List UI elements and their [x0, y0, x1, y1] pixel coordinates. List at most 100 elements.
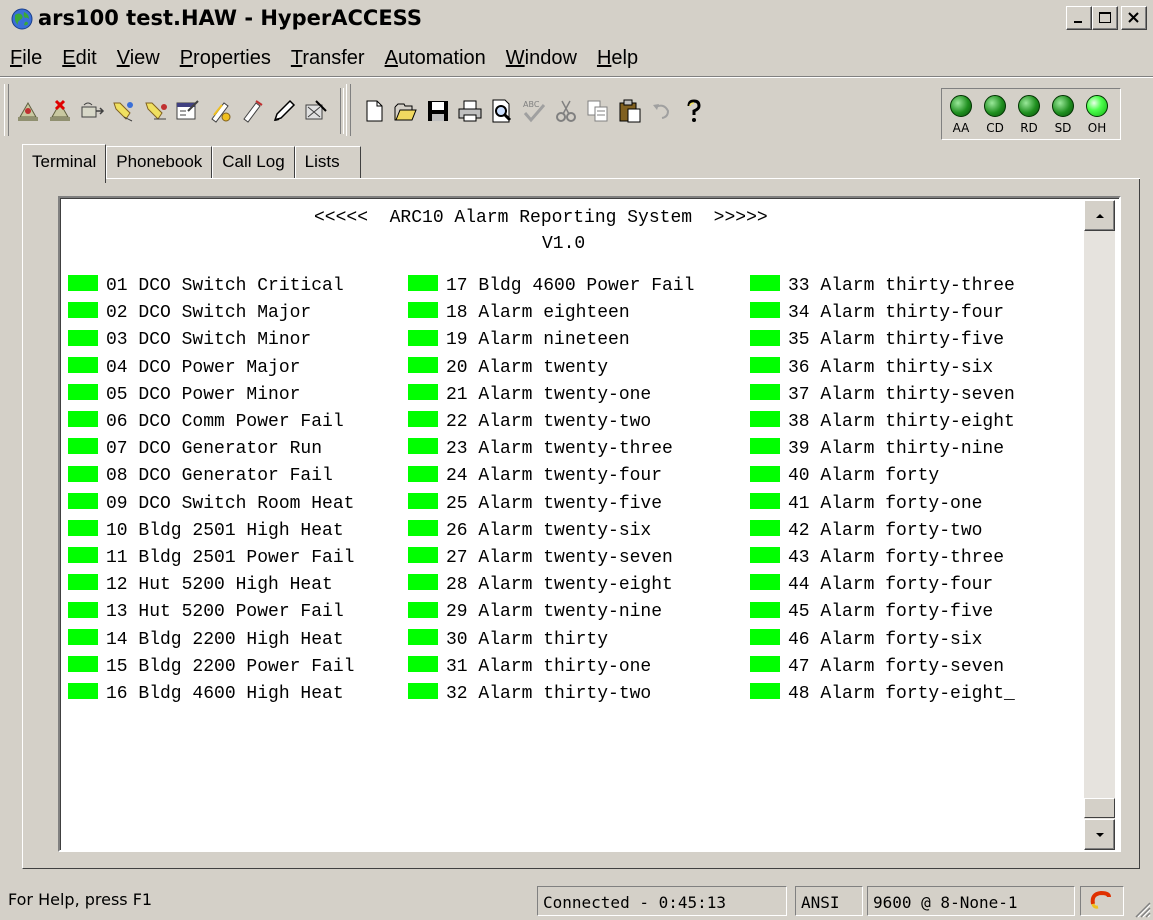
alarm-status-indicator-icon [750, 656, 780, 673]
menu-label: ile [22, 46, 43, 69]
terminal-version: V1.0 [542, 234, 586, 254]
alarm-label: 16 Bldg 4600 High Heat [106, 684, 344, 704]
resize-grip-icon[interactable] [1131, 898, 1151, 918]
spell-check-icon[interactable]: ABC [520, 97, 548, 125]
open-icon[interactable] [392, 97, 420, 125]
alarm-item: 01 DCO Switch Critical [68, 273, 344, 299]
alarm-status-indicator-icon [408, 492, 438, 509]
copy-icon[interactable] [584, 97, 612, 125]
save-icon[interactable] [424, 97, 452, 125]
alarm-item: 40 Alarm forty [750, 463, 939, 489]
connect-icon[interactable] [14, 97, 42, 125]
toolbar-grip[interactable] [4, 84, 9, 136]
alarm-status-indicator-icon [408, 547, 438, 564]
paste-icon[interactable] [616, 97, 644, 125]
terminal-header: <<<<< ARC10 Alarm Reporting System >>>>> [314, 208, 768, 228]
maximize-icon [1099, 12, 1111, 23]
menu-mnemonic: A [384, 46, 398, 69]
scroll-thumb[interactable] [1084, 798, 1115, 818]
alarm-status-indicator-icon [750, 465, 780, 482]
alarm-item: 44 Alarm forty-four [750, 572, 993, 598]
alarm-item: 29 Alarm twenty-nine [408, 599, 662, 625]
menu-edit[interactable]: Edit [52, 47, 106, 70]
status-connection-icon-cell [1080, 886, 1124, 916]
svg-text:ABC: ABC [523, 100, 540, 109]
alarm-status-indicator-icon [68, 465, 98, 482]
rd-led-label: RD [1020, 121, 1038, 135]
minimize-button[interactable] [1066, 6, 1092, 30]
menu-automation[interactable]: Automation [375, 47, 496, 70]
alarm-label: 24 Alarm twenty-four [446, 466, 663, 487]
capture-icon[interactable] [142, 97, 170, 125]
maximize-button[interactable] [1092, 6, 1118, 30]
alarm-item: 18 Alarm eighteen [408, 300, 630, 326]
alarm-item: 06 DCO Comm Power Fail [68, 409, 344, 435]
scroll-down-button[interactable] [1084, 819, 1115, 850]
undo-icon[interactable] [648, 97, 676, 125]
alarm-item: 08 DCO Generator Fail [68, 463, 333, 489]
receive-icon[interactable] [110, 97, 138, 125]
alarm-item: 04 DCO Power Major [68, 355, 300, 381]
alarm-status-indicator-icon [750, 411, 780, 428]
alarm-item: 14 Bldg 2200 High Heat [68, 627, 344, 653]
alarm-label: 42 Alarm forty-two [788, 520, 983, 541]
close-button[interactable] [1121, 6, 1147, 30]
alarm-item: 20 Alarm twenty [408, 355, 608, 381]
tab-phonebook[interactable]: Phonebook [106, 146, 213, 179]
alarm-item: 15 Bldg 2200 Power Fail [68, 654, 354, 680]
menu-window[interactable]: Window [496, 47, 587, 70]
alarm-label: 30 Alarm thirty [446, 629, 609, 650]
alarm-label: 10 Bldg 2501 High Heat [106, 520, 344, 541]
alarm-status-indicator-icon [408, 329, 438, 346]
new-icon[interactable] [360, 97, 388, 125]
alarm-item: 32 Alarm thirty-two [408, 681, 651, 707]
alarm-item: 05 DCO Power Minor [68, 382, 300, 408]
menu-bar: File Edit View Properties Transfer Automation… [0, 42, 1153, 74]
oh-led-icon [1086, 95, 1108, 117]
status-help-text: For Help, press F1 [8, 890, 153, 909]
print-icon[interactable] [456, 97, 484, 125]
alarm-label: 36 Alarm thirty-six [788, 357, 994, 378]
terminal-scrollbar[interactable] [1084, 200, 1115, 850]
menu-view[interactable]: View [107, 47, 170, 70]
send-icon[interactable] [78, 97, 106, 125]
alarm-status-indicator-icon [750, 492, 780, 509]
print-preview-icon[interactable] [488, 97, 516, 125]
edit-icon[interactable] [270, 97, 298, 125]
cut-icon[interactable] [552, 97, 580, 125]
terminal-screen[interactable]: <<<<< ARC10 Alarm Reporting System >>>>>… [58, 196, 1121, 852]
menu-divider [0, 76, 1153, 78]
menu-file[interactable]: File [0, 47, 52, 70]
alarm-status-indicator-icon [750, 329, 780, 346]
menu-help[interactable]: Help [587, 47, 648, 70]
tab-call-log[interactable]: Call Log [212, 146, 295, 179]
properties-icon[interactable] [174, 97, 202, 125]
menu-properties[interactable]: Properties [170, 47, 281, 70]
alarm-item: 43 Alarm forty-three [750, 545, 1004, 571]
tool-icon[interactable] [302, 97, 330, 125]
scroll-up-button[interactable] [1084, 200, 1115, 231]
disconnect-icon[interactable] [46, 97, 74, 125]
alarm-label: 41 Alarm forty-one [788, 493, 983, 514]
alarm-item: 02 DCO Switch Major [68, 300, 311, 326]
tab-terminal[interactable]: Terminal [22, 144, 107, 183]
script-icon[interactable] [206, 97, 234, 125]
alarm-label: 35 Alarm thirty-five [788, 330, 1005, 351]
tab-lists[interactable]: Lists [294, 146, 361, 179]
alarm-status-indicator-icon [750, 275, 780, 292]
menu-transfer[interactable]: Transfer [281, 47, 375, 70]
learn-icon[interactable] [238, 97, 266, 125]
alarm-status-indicator-icon [408, 356, 438, 373]
alarm-item: 03 DCO Switch Minor [68, 327, 311, 353]
alarm-status-indicator-icon [408, 683, 438, 700]
status-emulation: ANSI [795, 886, 863, 916]
help-icon[interactable] [680, 97, 708, 125]
menu-label: indow [524, 46, 577, 69]
toolbar-grip[interactable] [346, 84, 351, 136]
title-bar[interactable]: ars100 test.HAW - HyperACCESS [0, 0, 1153, 38]
alarm-label: 11 Bldg 2501 Power Fail [106, 548, 355, 568]
alarm-status-indicator-icon [68, 438, 98, 455]
alarm-item: 33 Alarm thirty-three [750, 273, 1015, 299]
alarm-status-indicator-icon [68, 356, 98, 373]
alarm-item: 25 Alarm twenty-five [408, 491, 662, 517]
